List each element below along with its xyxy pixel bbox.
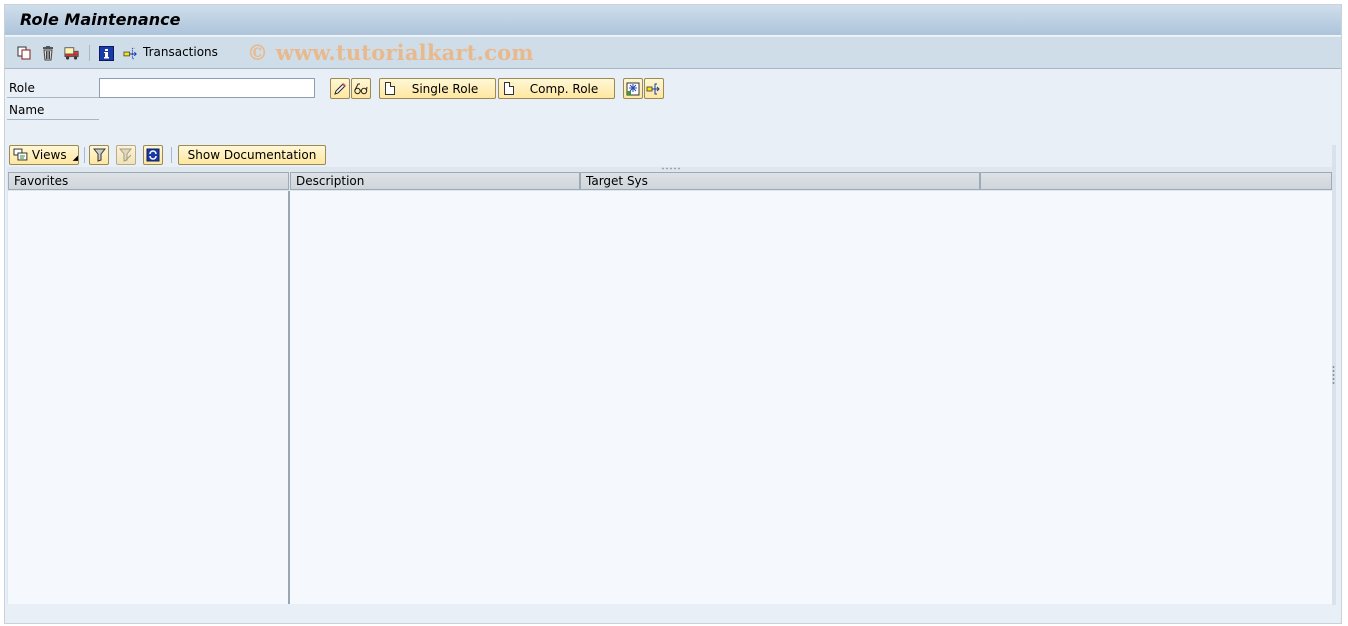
favorites-tree[interactable]	[8, 191, 288, 604]
column-header-description[interactable]: Description	[290, 172, 580, 190]
toolbar-separator	[84, 147, 85, 163]
navigate-button[interactable]	[644, 78, 664, 99]
title-bar: Role Maintenance	[5, 5, 1341, 36]
column-header-empty	[980, 172, 1332, 190]
show-documentation-button[interactable]: Show Documentation	[178, 145, 326, 165]
role-label: Role	[9, 81, 35, 95]
transactions-icon[interactable]	[123, 45, 139, 61]
description-list[interactable]	[290, 191, 1332, 604]
document-icon	[504, 82, 514, 95]
refresh-icon	[146, 148, 160, 162]
copy-icon[interactable]	[16, 45, 32, 61]
transactions-button[interactable]: Transactions	[143, 45, 218, 59]
transactions-icon	[646, 83, 660, 94]
single-role-button[interactable]: Single Role	[379, 78, 496, 99]
glasses-icon	[354, 83, 368, 94]
column-header-target-sys[interactable]: Target Sys	[580, 172, 980, 190]
mass-generation-icon	[626, 82, 640, 95]
name-label: Name	[9, 103, 45, 117]
views-dropdown[interactable]: Views ◢	[9, 145, 79, 165]
name-label-underline	[7, 119, 99, 120]
display-role-button[interactable]	[351, 78, 371, 99]
comp-role-button[interactable]: Comp. Role	[498, 78, 615, 99]
delete-filter-button[interactable]	[116, 145, 136, 165]
dropdown-arrow-icon: ◢	[72, 154, 78, 162]
views-icon	[13, 148, 28, 161]
vertical-splitter-grip[interactable]	[1332, 365, 1335, 385]
pencil-icon	[334, 82, 346, 95]
toolbar-separator	[89, 45, 90, 61]
watermark: © www.tutorialkart.com	[247, 40, 534, 65]
horizontal-splitter-grip[interactable]	[661, 167, 681, 170]
toolbar-separator	[171, 147, 172, 163]
filter-icon	[92, 148, 106, 162]
sap-window: Role Maintenance Transactions © www.tuto…	[4, 4, 1342, 624]
refresh-button[interactable]	[143, 145, 163, 165]
application-toolbar: Transactions © www.tutorialkart.com	[5, 37, 1341, 69]
mass-generation-button[interactable]	[623, 78, 643, 99]
role-label-underline	[7, 97, 99, 98]
document-icon	[385, 82, 395, 95]
delete-filter-icon	[119, 148, 133, 162]
change-role-button[interactable]	[330, 78, 350, 99]
page-title: Role Maintenance	[20, 10, 181, 29]
column-header-favorites[interactable]: Favorites	[8, 172, 289, 190]
role-input[interactable]	[99, 78, 315, 98]
delete-icon[interactable]	[40, 45, 56, 61]
info-icon[interactable]	[98, 45, 114, 61]
filter-button[interactable]	[89, 145, 109, 165]
transport-icon[interactable]	[64, 45, 80, 61]
